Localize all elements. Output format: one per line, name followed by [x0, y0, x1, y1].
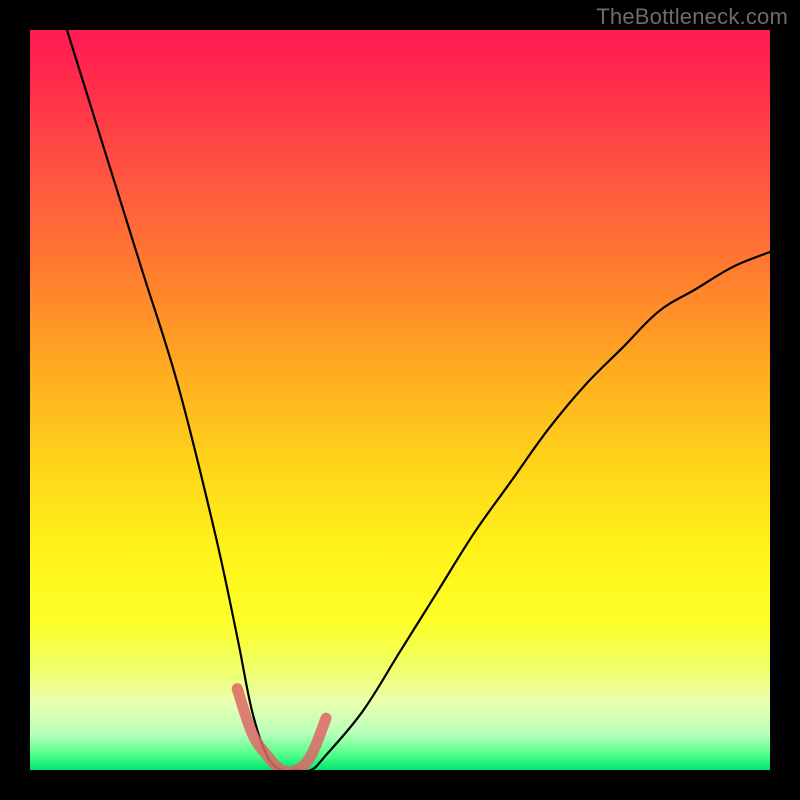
curve-layer	[30, 30, 770, 770]
plot-area	[30, 30, 770, 770]
chart-frame: TheBottleneck.com	[0, 0, 800, 800]
bottleneck-curve-path	[67, 30, 770, 770]
watermark-text: TheBottleneck.com	[596, 4, 788, 30]
